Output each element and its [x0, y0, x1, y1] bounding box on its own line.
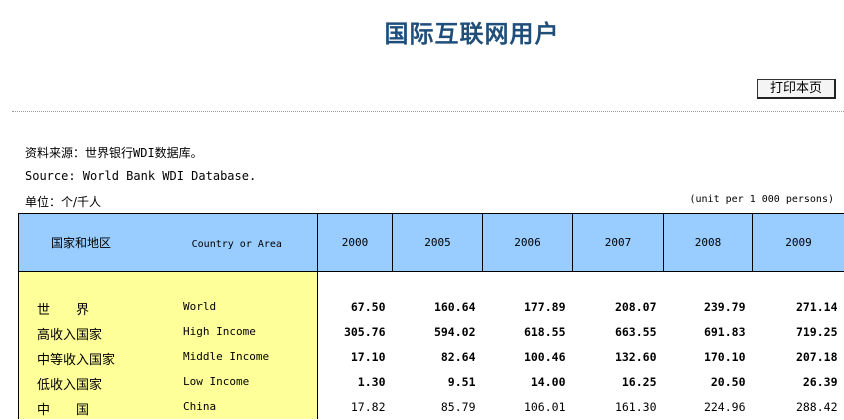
value-cell: 208.07 — [614, 299, 657, 314]
value-cell: 161.30 — [614, 399, 657, 414]
value-cell: 100.46 — [523, 349, 566, 364]
spacer-row — [18, 271, 844, 294]
unit-zh: 单位：个/千人 — [25, 195, 102, 209]
region-zh: 中等收入国家 — [37, 353, 116, 368]
region-cell: 低收入国家 Low Income — [18, 369, 318, 394]
header-year: 2008 — [663, 213, 753, 272]
source-en: Source: World Bank WDI Database. — [25, 169, 257, 183]
value-cell: 1.30 — [357, 374, 386, 389]
print-page-button[interactable]: 打印本页 — [757, 79, 836, 99]
header-year: 2007 — [572, 213, 664, 272]
page-title: 国际互联网用户 — [384, 20, 560, 48]
value-cell: 170.10 — [703, 349, 746, 364]
value-cell: 82.64 — [440, 349, 476, 364]
value-cell: 85.79 — [440, 399, 476, 414]
header-region-zh: 国家和地区 — [51, 236, 112, 250]
value-cell: 271.14 — [795, 299, 838, 314]
value-cell: 288.42 — [795, 399, 838, 414]
region-en: Low Income — [183, 375, 250, 388]
value-cell: 594.02 — [433, 324, 476, 339]
table-row: 世 界 World 67.50 160.64 177.89 208.07 239… — [18, 294, 844, 319]
value-cell: 106.01 — [523, 399, 566, 414]
header-region: 国家和地区 Country or Area — [18, 213, 318, 272]
table-row: 低收入国家 Low Income 1.30 9.51 14.00 16.25 2… — [18, 369, 844, 394]
header-region-en: Country or Area — [191, 239, 282, 250]
region-en: High Income — [183, 325, 256, 338]
value-cell: 9.51 — [447, 374, 476, 389]
value-cell: 26.39 — [802, 374, 838, 389]
value-cell: 618.55 — [523, 324, 566, 339]
internet-users-table: 国家和地区 Country or Area 2000 2005 2006 200… — [18, 213, 844, 419]
value-cell: 224.96 — [703, 399, 746, 414]
value-cell: 719.25 — [795, 324, 838, 339]
region-zh: 低收入国家 — [37, 378, 103, 393]
divider — [12, 111, 844, 112]
value-cell: 16.25 — [621, 374, 657, 389]
region-cell: 中 国 China — [18, 394, 318, 419]
region-en: China — [183, 400, 217, 413]
region-cell: 中等收入国家 Middle Income — [18, 344, 318, 369]
region-zh: 高收入国家 — [37, 328, 103, 343]
value-cell: 67.50 — [350, 299, 386, 314]
value-cell: 132.60 — [614, 349, 657, 364]
value-cell: 14.00 — [530, 374, 566, 389]
value-cell: 239.79 — [703, 299, 746, 314]
table-row: 中 国 China 17.82 85.79 106.01 161.30 224.… — [18, 394, 844, 419]
region-en: Middle Income — [183, 350, 270, 363]
header-year: 2009 — [752, 213, 844, 272]
value-cell: 160.64 — [433, 299, 476, 314]
region-en: World — [183, 300, 217, 313]
value-cell: 17.82 — [350, 399, 386, 414]
source-zh: 资料来源：世界银行WDI数据库。 — [25, 146, 203, 160]
unit-en: (unit per 1 000 persons) — [689, 194, 835, 205]
table-row: 中等收入国家 Middle Income 17.10 82.64 100.46 … — [18, 344, 844, 369]
region-cell: 高收入国家 High Income — [18, 319, 318, 344]
header-year: 2006 — [482, 213, 573, 272]
value-cell: 663.55 — [614, 324, 657, 339]
region-zh: 中 国 — [37, 403, 90, 418]
region-cell: 世 界 World — [18, 294, 318, 319]
header-year: 2005 — [392, 213, 483, 272]
value-cell: 177.89 — [523, 299, 566, 314]
region-zh: 世 界 — [37, 303, 90, 318]
table-row: 高收入国家 High Income 305.76 594.02 618.55 6… — [18, 319, 844, 344]
header-row: 国家和地区 Country or Area 2000 2005 2006 200… — [18, 213, 844, 272]
value-cell: 691.83 — [703, 324, 746, 339]
header-year: 2000 — [317, 213, 393, 272]
value-cell: 17.10 — [350, 349, 386, 364]
value-cell: 20.50 — [710, 374, 746, 389]
value-cell: 305.76 — [343, 324, 386, 339]
value-cell: 207.18 — [795, 349, 838, 364]
